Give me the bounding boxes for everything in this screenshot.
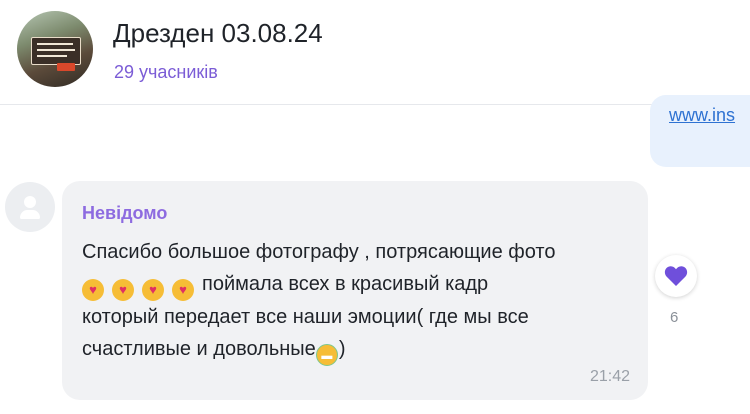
user-placeholder-body	[20, 210, 40, 219]
message-line: счастливые и довольные ▬)	[82, 333, 632, 366]
message-line: Спасибо большое фотографу , потрясающие …	[82, 241, 556, 263]
message-line-tail: )	[338, 338, 346, 360]
message-line: ♥ ♥ ♥ ♥ поймала всех в красивый кадр	[82, 268, 632, 301]
chat-header: Дрезден 03.08.24 29 учасників	[0, 0, 750, 105]
reaction-count: 6	[670, 309, 679, 326]
message-line-text: счастливые и довольные	[82, 338, 316, 360]
message-line-text: поймала всех в красивый кадр	[202, 273, 489, 295]
member-count[interactable]: 29 учасників	[114, 62, 218, 83]
purple-heart-icon	[664, 266, 688, 286]
avatar-tag-graphic	[57, 63, 75, 71]
avatar-sign-graphic	[31, 37, 81, 65]
heart-eyes-emoji-icon: ♥	[112, 279, 134, 301]
outgoing-message-bubble: www.ins	[650, 95, 750, 167]
sender-name[interactable]: Невідомо	[82, 203, 167, 224]
message-link[interactable]: www.ins	[669, 105, 735, 126]
reaction-button[interactable]	[655, 255, 697, 297]
heart-eyes-emoji-icon: ♥	[142, 279, 164, 301]
message-text: Спасибо большое фотографу , потрясающие …	[82, 236, 632, 366]
message-timestamp: 21:42	[589, 368, 630, 385]
message-line: который передает все наши эмоции( где мы…	[82, 306, 529, 328]
grinning-face-icon: ▬	[315, 344, 338, 366]
incoming-message-bubble[interactable]: Невідомо Спасибо большое фотографу , пот…	[62, 181, 648, 400]
heart-eyes-emoji-icon: ♥	[82, 279, 104, 301]
heart-eyes-emoji-icon: ♥	[172, 279, 194, 301]
user-placeholder-icon	[24, 196, 36, 208]
sender-avatar[interactable]	[5, 182, 55, 232]
chat-title[interactable]: Дрезден 03.08.24	[113, 18, 323, 49]
group-avatar[interactable]	[17, 11, 93, 87]
